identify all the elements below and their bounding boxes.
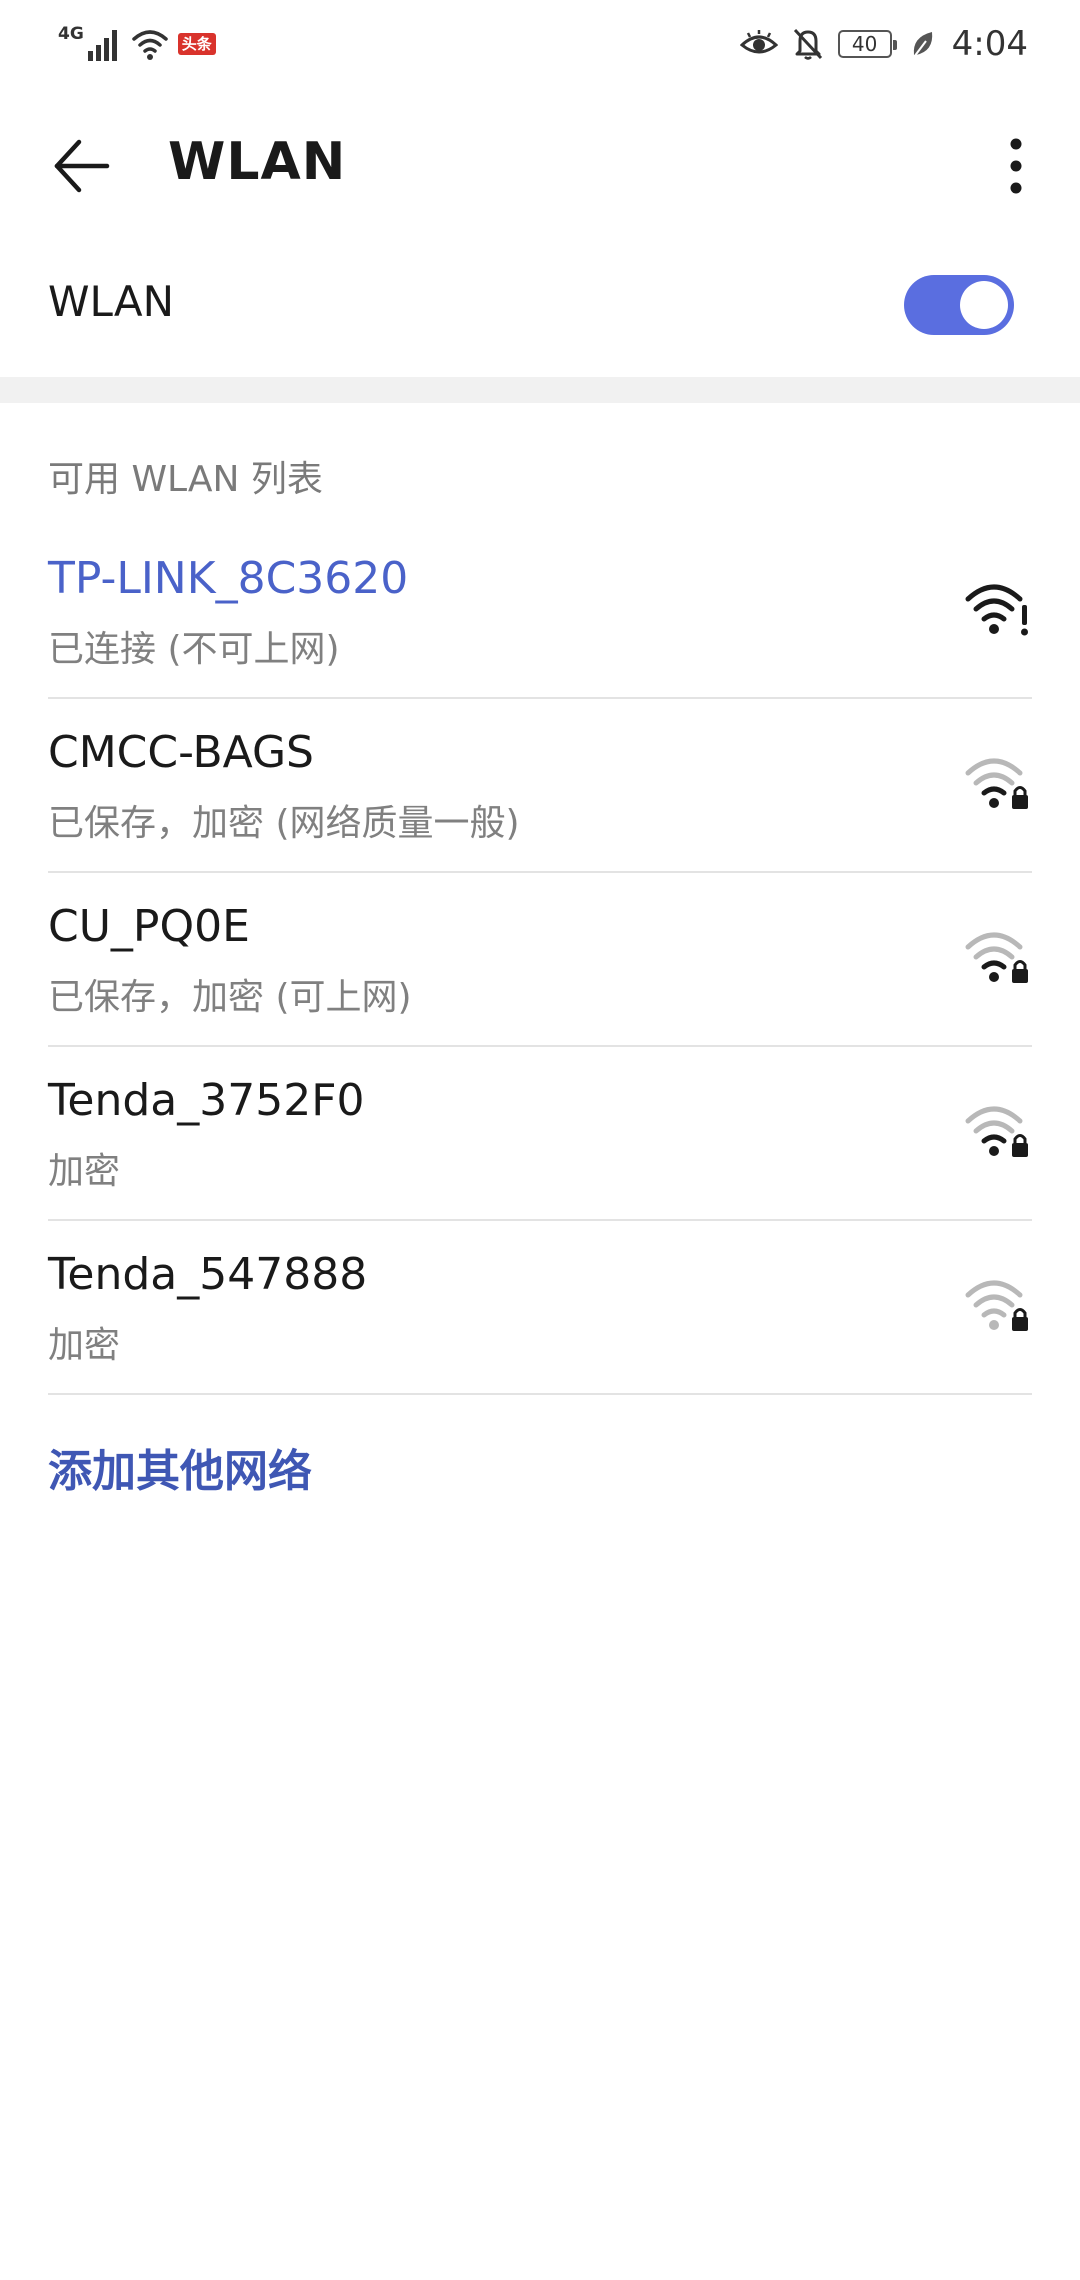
app-bar: WLAN xyxy=(0,90,1080,235)
network-name: TP-LINK_8C3620 xyxy=(48,553,409,604)
network-type-label: 4G xyxy=(58,24,84,44)
status-time: 4:04 xyxy=(951,24,1028,64)
network-name: CU_PQ0E xyxy=(48,901,250,952)
add-other-network-link[interactable]: 添加其他网络 xyxy=(48,1435,312,1499)
status-bar: 4G 头条 40 4:04 xyxy=(0,0,1080,90)
network-status: 加密 xyxy=(48,1325,121,1366)
battery-icon: 40 xyxy=(837,30,897,58)
wifi-icon xyxy=(132,30,168,60)
available-networks-header: 可用 WLAN 列表 xyxy=(48,459,323,500)
eye-comfort-icon xyxy=(739,30,778,54)
wifi-signal-locked-icon xyxy=(965,1280,1028,1331)
wifi-signal-locked-icon xyxy=(965,1106,1028,1157)
battery-level: 40 xyxy=(851,32,878,56)
network-name: CMCC-BAGS xyxy=(48,727,314,778)
bell-off-icon xyxy=(793,28,822,60)
status-bar-right: 40 4:04 xyxy=(739,22,1028,66)
page-title: WLAN xyxy=(168,132,347,192)
network-status: 加密 xyxy=(48,1151,121,1192)
network-item[interactable]: CU_PQ0E 已保存，加密 (可上网) xyxy=(0,873,1080,1047)
more-options-button[interactable] xyxy=(980,126,1052,206)
leaf-icon xyxy=(912,32,932,58)
wlan-toggle-label: WLAN xyxy=(48,277,175,326)
network-status: 已保存，加密 (网络质量一般) xyxy=(48,803,520,844)
wlan-toggle-row[interactable]: WLAN xyxy=(0,235,1080,377)
signal-icon xyxy=(87,30,117,61)
switch-knob xyxy=(960,281,1008,329)
wlan-switch[interactable] xyxy=(904,275,1014,335)
network-list: TP-LINK_8C3620 已连接 (不可上网) CMCC-BAGS 已保存，… xyxy=(0,525,1080,1395)
row-separator xyxy=(48,1393,1032,1395)
back-button[interactable] xyxy=(36,126,126,206)
network-item[interactable]: TP-LINK_8C3620 已连接 (不可上网) xyxy=(0,525,1080,699)
network-item[interactable]: CMCC-BAGS 已保存，加密 (网络质量一般) xyxy=(0,699,1080,873)
more-vertical-icon xyxy=(1010,138,1022,194)
network-status: 已保存，加密 (可上网) xyxy=(48,977,412,1018)
status-bar-left: 4G 头条 xyxy=(58,22,216,66)
section-divider xyxy=(0,377,1080,403)
toutiao-app-badge: 头条 xyxy=(177,33,216,55)
wifi-signal-locked-icon xyxy=(965,758,1028,809)
network-name: Tenda_547888 xyxy=(48,1249,368,1300)
wifi-signal-warning-icon xyxy=(965,584,1028,636)
wifi-signal-locked-icon xyxy=(965,932,1028,983)
network-status: 已连接 (不可上网) xyxy=(48,629,340,670)
network-item[interactable]: Tenda_547888 加密 xyxy=(0,1221,1080,1395)
network-name: Tenda_3752F0 xyxy=(48,1075,365,1126)
network-item[interactable]: Tenda_3752F0 加密 xyxy=(0,1047,1080,1221)
arrow-left-icon xyxy=(54,139,110,193)
